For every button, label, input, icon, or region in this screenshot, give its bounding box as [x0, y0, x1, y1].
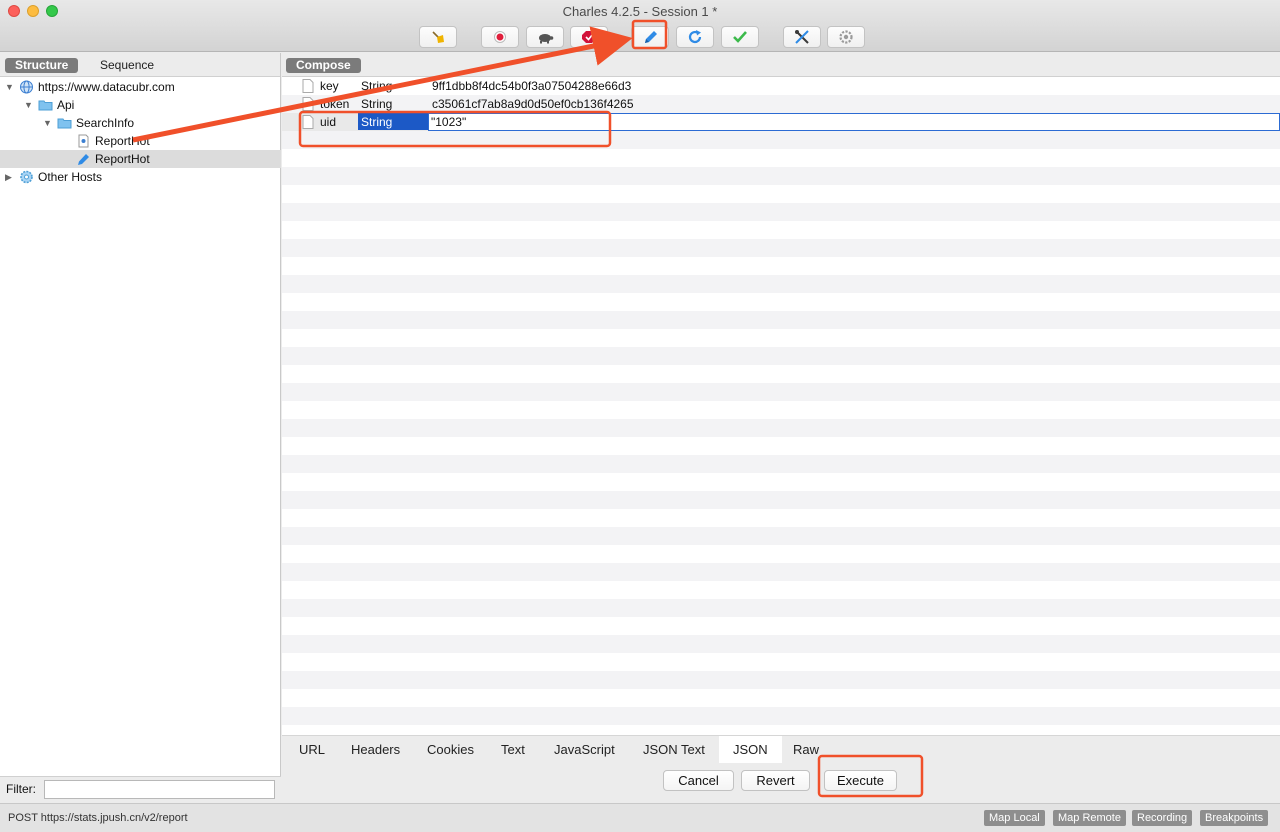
param-key: key — [320, 79, 339, 93]
tree-item-other-hosts[interactable]: ▶ Other Hosts — [0, 168, 281, 186]
folder-icon — [57, 118, 72, 129]
tools-icon — [795, 30, 809, 44]
turtle-icon — [539, 34, 554, 44]
request-doc-icon — [78, 134, 89, 148]
tab-url[interactable]: URL — [299, 742, 325, 757]
recording-button[interactable]: Recording — [1132, 810, 1193, 826]
param-type[interactable]: String — [361, 77, 392, 95]
settings-button[interactable] — [827, 26, 865, 48]
filter-label: Filter: — [6, 782, 36, 796]
gear-globe-icon — [20, 170, 33, 184]
breakpoints-button[interactable] — [570, 26, 608, 48]
validate-button[interactable] — [721, 26, 759, 48]
structure-pane: Structure Sequence ▼ https://www.datacub… — [0, 53, 281, 802]
record-icon — [494, 31, 506, 43]
broom-icon — [432, 31, 444, 43]
window-title: Charles 4.2.5 - Session 1 * — [562, 4, 718, 19]
breakpoints-status-button[interactable]: Breakpoints — [1200, 810, 1269, 826]
tree-item-reporthot-compose[interactable]: ReportHot — [0, 150, 281, 168]
repeat-icon — [688, 30, 702, 44]
param-value[interactable]: c35061cf7ab8a9d0d50ef0cb136f4265 — [432, 95, 634, 113]
param-value-input[interactable]: "1023" — [428, 113, 1280, 131]
tab-text[interactable]: Text — [501, 742, 525, 757]
document-icon — [302, 115, 314, 129]
tab-structure[interactable]: Structure — [5, 58, 79, 73]
tab-headers[interactable]: Headers — [351, 742, 400, 757]
status-bar: POST https://stats.jpush.cn/v2/report Ma… — [0, 803, 1280, 832]
tree-item-api[interactable]: ▼ Api — [0, 96, 281, 114]
document-icon — [302, 79, 314, 93]
tools-button[interactable] — [783, 26, 821, 48]
tree-item-reporthot-request[interactable]: ReportHot — [0, 132, 281, 150]
param-type-selected[interactable]: String — [358, 113, 428, 130]
param-key: token — [320, 97, 350, 111]
body-format-tabs: URL Headers Cookies Text JavaScript JSON… — [282, 735, 1280, 764]
revert-button[interactable]: Revert — [741, 770, 810, 791]
param-value[interactable]: 9ff1dbb8f4dc54b0f3a07504288e66d3 — [432, 77, 631, 95]
param-key: uid — [320, 115, 337, 129]
compose-button[interactable] — [631, 26, 669, 48]
globe-icon — [20, 80, 33, 94]
cancel-button[interactable]: Cancel — [663, 770, 734, 791]
view-tabs: Structure Sequence — [0, 53, 280, 77]
folder-icon — [38, 100, 53, 111]
compose-pen-icon — [645, 31, 657, 43]
breakpoint-icon — [582, 31, 596, 43]
tab-raw[interactable]: Raw — [793, 742, 819, 757]
settings-gear-icon — [839, 30, 853, 44]
clear-session-button[interactable] — [419, 26, 457, 48]
record-button[interactable] — [481, 26, 519, 48]
map-local-button[interactable]: Map Local — [984, 810, 1045, 826]
tree-item-searchinfo[interactable]: ▼ SearchInfo — [0, 114, 281, 132]
title-bar: Charles 4.2.5 - Session 1 * — [0, 0, 1280, 52]
disclosure-open-icon[interactable]: ▼ — [24, 96, 33, 114]
tab-cookies[interactable]: Cookies — [427, 742, 474, 757]
params-table: key String 9ff1dbb8f4dc54b0f3a07504288e6… — [282, 77, 1280, 735]
filter-bar: Filter: — [0, 776, 281, 802]
tree-item-host[interactable]: ▼ https://www.datacubr.com — [0, 78, 281, 96]
compose-pane: Compose key String 9ff1dbb8f4dc54b0f3a07… — [282, 53, 1280, 802]
repeat-button[interactable] — [676, 26, 714, 48]
throttle-button[interactable] — [526, 26, 564, 48]
document-icon — [302, 97, 314, 111]
table-row[interactable]: key String 9ff1dbb8f4dc54b0f3a07504288e6… — [282, 77, 1280, 95]
disclosure-closed-icon[interactable]: ▶ — [5, 168, 12, 186]
tab-compose[interactable]: Compose — [286, 58, 361, 73]
validate-check-icon — [733, 31, 747, 43]
action-bar: Cancel Revert Execute — [282, 763, 1280, 802]
tab-sequence[interactable]: Sequence — [90, 58, 164, 73]
param-type[interactable]: String — [361, 95, 392, 113]
map-remote-button[interactable]: Map Remote — [1053, 810, 1126, 826]
tab-json[interactable]: JSON — [719, 736, 782, 764]
tab-json-text[interactable]: JSON Text — [643, 742, 705, 757]
compose-tabs: Compose — [282, 53, 1280, 77]
table-row-editing[interactable]: uid String "1023" — [282, 113, 1280, 131]
execute-button[interactable]: Execute — [824, 770, 897, 791]
status-text: POST https://stats.jpush.cn/v2/report — [8, 812, 188, 824]
disclosure-open-icon[interactable]: ▼ — [43, 114, 52, 132]
compose-pen-icon — [78, 154, 89, 165]
disclosure-open-icon[interactable]: ▼ — [5, 78, 14, 96]
tab-javascript[interactable]: JavaScript — [554, 742, 615, 757]
filter-input[interactable] — [44, 780, 275, 799]
table-row[interactable]: token String c35061cf7ab8a9d0d50ef0cb136… — [282, 95, 1280, 113]
